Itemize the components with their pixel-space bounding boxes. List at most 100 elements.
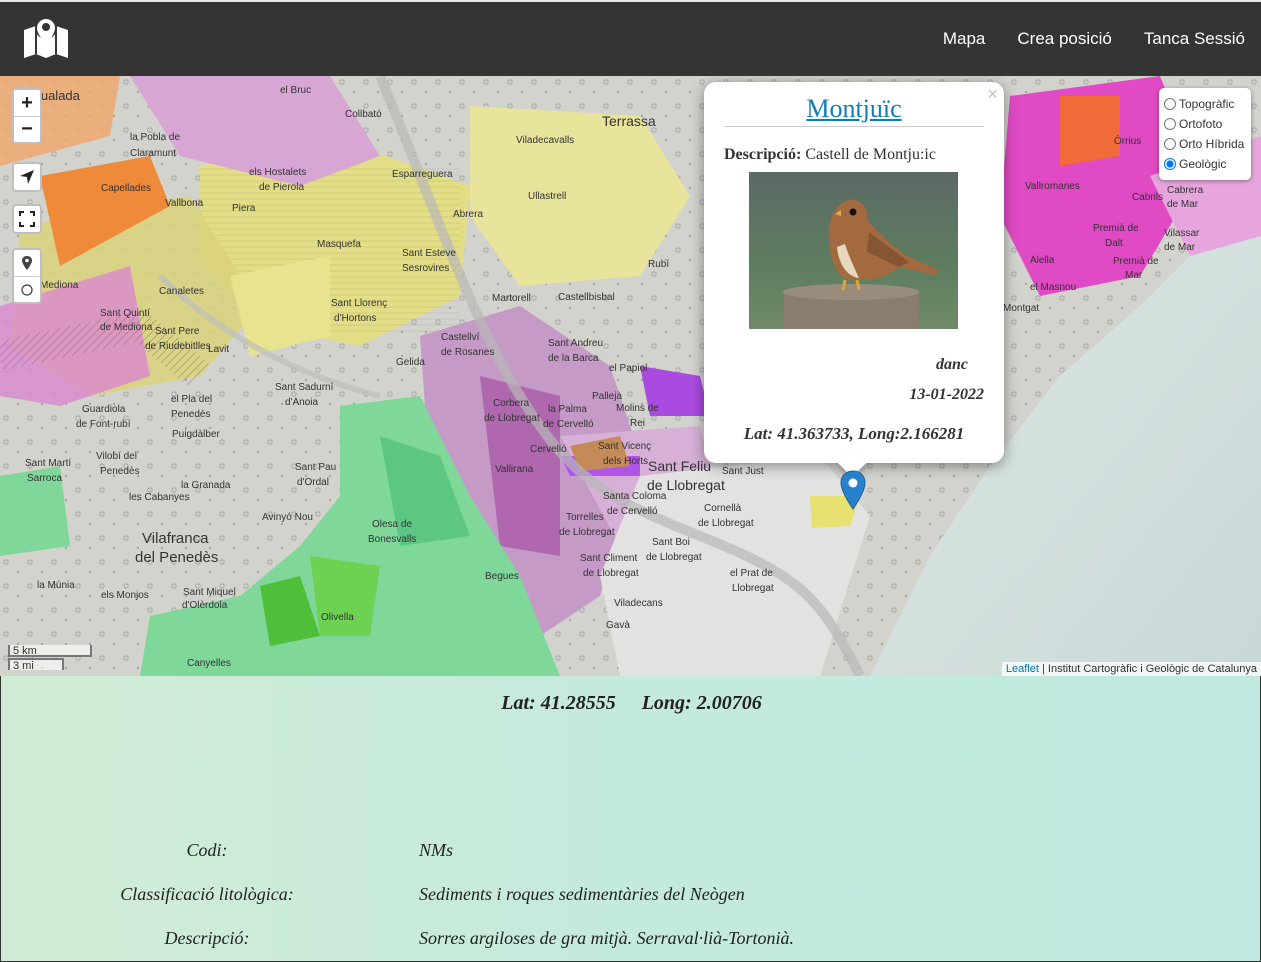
popup-divider: [724, 126, 984, 127]
fullscreen-control: [12, 204, 42, 234]
nav-link-tanca-sessio[interactable]: Tanca Sessió: [1144, 29, 1245, 49]
svg-text:Masquefa: Masquefa: [317, 239, 361, 250]
svg-text:Avinyó Nou: Avinyó Nou: [262, 512, 313, 523]
svg-text:Pallejà: Pallejà: [592, 391, 622, 402]
svg-text:Abrera: Abrera: [453, 209, 483, 220]
svg-text:Sarroca: Sarroca: [27, 473, 62, 484]
info-value: NMs: [419, 840, 454, 860]
popup-description-value: Castell de Montju:ic: [801, 146, 936, 163]
popup-close-button[interactable]: ×: [987, 84, 998, 105]
layer-label: Ortofoto: [1179, 117, 1223, 131]
layer-option-geologic[interactable]: Geològic: [1164, 154, 1247, 174]
cursor-lat: Lat: 41.28555: [501, 692, 616, 714]
svg-text:Piera: Piera: [232, 203, 256, 214]
draw-marker-button[interactable]: [14, 250, 40, 276]
popup-date: 13-01-2022: [909, 386, 984, 403]
layer-radio[interactable]: [1164, 98, 1176, 110]
svg-text:de Llobregat: de Llobregat: [484, 413, 540, 424]
svg-text:de Font-rubí: de Font-rubí: [76, 419, 131, 430]
svg-text:Mediona: Mediona: [40, 280, 79, 291]
map-scale: 5 km 3 mi: [8, 645, 92, 672]
svg-text:Viladecans: Viladecans: [614, 598, 663, 609]
svg-text:Esparreguera: Esparreguera: [392, 169, 453, 180]
svg-text:de Cervelló: de Cervelló: [607, 506, 658, 517]
svg-text:de Cervelló: de Cervelló: [543, 419, 594, 430]
svg-text:Vallbona: Vallbona: [165, 198, 204, 209]
nav-link-mapa[interactable]: Mapa: [943, 29, 986, 49]
locate-button[interactable]: [14, 164, 40, 190]
map-marker-icon: [22, 256, 32, 270]
svg-text:Bonesvalls: Bonesvalls: [368, 534, 416, 545]
svg-text:Sant Vicenç: Sant Vicenç: [598, 441, 651, 452]
svg-text:Castellví: Castellví: [441, 332, 480, 343]
map-view[interactable]: Terrassa Viladecavalls Ullastrell Abrera…: [0, 76, 1261, 676]
navigation-arrow-icon: [20, 170, 34, 184]
svg-text:Canyelles: Canyelles: [187, 658, 231, 669]
navbar: Mapa Crea posició Tanca Sessió: [0, 0, 1261, 76]
location-popup: × Montjuïc Descripció: Castell de Montju…: [704, 82, 1004, 478]
svg-text:Vallromanes: Vallromanes: [1025, 181, 1080, 192]
nav-link-crea-posicio[interactable]: Crea posició: [1017, 29, 1112, 49]
svg-text:Sant Pau: Sant Pau: [295, 462, 336, 473]
draw-toolbar: [12, 248, 42, 304]
svg-text:Martorell: Martorell: [492, 293, 531, 304]
svg-text:de Llobregat: de Llobregat: [583, 568, 639, 579]
svg-text:Sant Esteve: Sant Esteve: [402, 248, 456, 259]
popup-user: danc: [936, 356, 968, 373]
layer-radio[interactable]: [1164, 158, 1176, 170]
svg-text:de Llobregat: de Llobregat: [646, 552, 702, 563]
fullscreen-button[interactable]: [14, 206, 40, 232]
svg-text:Montgat: Montgat: [1003, 303, 1039, 314]
layer-radio[interactable]: [1164, 118, 1176, 130]
attribution-text: | Institut Cartogràfic i Geològic de Cat…: [1038, 663, 1257, 675]
svg-text:Santa Coloma: Santa Coloma: [603, 491, 667, 502]
svg-text:Vallirana: Vallirana: [495, 464, 534, 475]
svg-text:Olivella: Olivella: [321, 612, 354, 623]
layer-option-ortofoto[interactable]: Ortofoto: [1164, 114, 1247, 134]
zoom-out-button[interactable]: −: [14, 116, 40, 142]
svg-text:Begues: Begues: [485, 571, 519, 582]
svg-text:Sant Andreu: Sant Andreu: [548, 338, 603, 349]
svg-text:Viladecavalls: Viladecavalls: [516, 135, 574, 146]
map-logo-icon[interactable]: [22, 16, 70, 60]
svg-text:Llobregat: Llobregat: [732, 583, 774, 594]
svg-text:d'Olèrdola: d'Olèrdola: [182, 600, 228, 611]
geology-info-panel: Lat: 41.28555 Long: 2.00706 Codi: NMs Cla…: [0, 676, 1261, 962]
svg-text:Vilassar: Vilassar: [1164, 228, 1200, 239]
circle-icon: [21, 283, 33, 296]
layer-option-orto-hibrida[interactable]: Orto Híbrida: [1164, 134, 1247, 154]
svg-text:Olesa de: Olesa de: [372, 519, 412, 530]
layer-radio[interactable]: [1164, 138, 1176, 150]
svg-text:Sant Sadurní: Sant Sadurní: [275, 382, 334, 393]
svg-text:de Riudebitlles: de Riudebitlles: [145, 341, 211, 352]
svg-text:del Penedès: del Penedès: [135, 549, 218, 566]
draw-circle-button[interactable]: [14, 276, 40, 302]
svg-text:Òrrius: Òrrius: [1114, 134, 1141, 147]
popup-description: Descripció: Castell de Montju:ic: [724, 146, 936, 164]
svg-text:el Masnou: el Masnou: [1030, 282, 1076, 293]
info-key: Descripció:: [164, 928, 250, 948]
svg-text:Guardiola: Guardiola: [82, 404, 126, 415]
svg-text:Collbató: Collbató: [345, 109, 382, 120]
info-key: Codi:: [186, 840, 228, 860]
svg-text:Castellbisbal: Castellbisbal: [558, 292, 615, 303]
svg-text:la Múnia: la Múnia: [37, 580, 75, 591]
svg-text:el Papiol: el Papiol: [609, 363, 647, 374]
zoom-in-button[interactable]: +: [14, 90, 40, 116]
svg-text:Penedès: Penedès: [171, 409, 210, 420]
svg-text:Gavà: Gavà: [606, 620, 630, 631]
svg-text:Molins de: Molins de: [616, 403, 659, 414]
svg-text:Corbera: Corbera: [493, 398, 530, 409]
map-marker-icon[interactable]: [840, 470, 866, 510]
layer-label: Topogràfic: [1179, 97, 1235, 111]
svg-text:el Pla del: el Pla del: [171, 394, 212, 405]
svg-text:Penedès: Penedès: [100, 466, 139, 477]
layer-option-topografic[interactable]: Topogràfic: [1164, 94, 1247, 114]
popup-title-link[interactable]: Montjuïc: [724, 94, 984, 124]
svg-text:de Llobregat: de Llobregat: [559, 527, 615, 538]
svg-text:Mar: Mar: [1125, 270, 1143, 281]
svg-text:d'Anoia: d'Anoia: [285, 397, 318, 408]
attribution-leaflet-link[interactable]: Leaflet: [1006, 663, 1039, 675]
svg-text:Cornellà: Cornellà: [704, 503, 742, 514]
svg-text:Torrelles: Torrelles: [566, 512, 604, 523]
